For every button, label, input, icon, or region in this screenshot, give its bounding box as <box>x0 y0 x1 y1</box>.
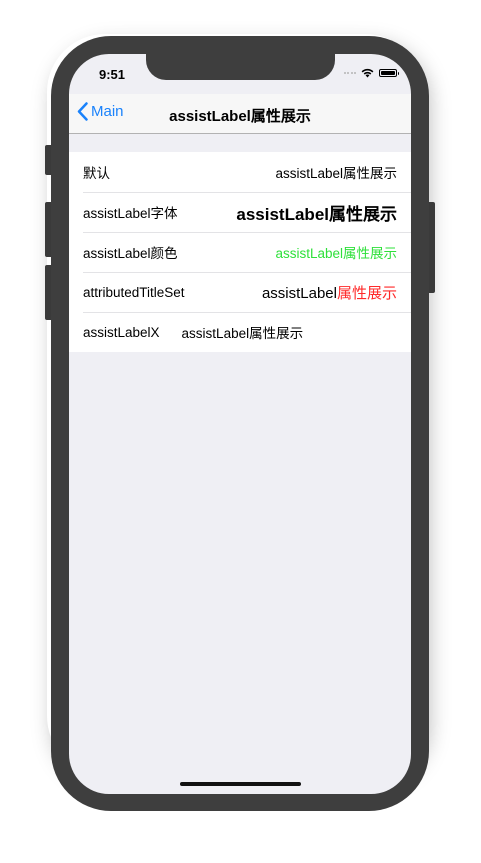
row-label: attributedTitleSet <box>83 284 185 300</box>
list-item[interactable]: assistLabel字体 assistLabel属性展示 <box>69 192 411 232</box>
list-item[interactable]: 默认 assistLabel属性展示 <box>69 152 411 192</box>
status-time: 9:51 <box>99 67 126 82</box>
device-mockup: 9:51 Main assistLabel属性展示 默认 assistLabel… <box>0 0 481 863</box>
battery-icon <box>379 69 399 77</box>
list-item[interactable]: assistLabel颜色 assistLabel属性展示 <box>69 232 411 272</box>
list-item[interactable]: attributedTitleSet assistLabel属性展示 <box>69 272 411 312</box>
status-icons <box>343 68 399 78</box>
row-value-part: assistLabel <box>261 284 337 302</box>
page-title: assistLabel属性展示 <box>169 108 311 125</box>
row-label: assistLabelX <box>83 324 160 340</box>
row-label: assistLabel颜色 <box>83 246 178 261</box>
notch <box>146 54 335 80</box>
wifi-icon <box>361 68 374 78</box>
list-item[interactable]: assistLabelX assistLabel属性展示 <box>69 312 411 352</box>
row-value-part-highlight: 属性展示 <box>336 284 397 302</box>
row-label: 默认 <box>83 166 110 181</box>
row-value: assistLabel属性展示 <box>181 326 304 341</box>
row-value: assistLabel属性展示 <box>262 282 397 303</box>
navigation-bar: Main assistLabel属性展示 <box>69 94 411 134</box>
settings-list: 默认 assistLabel属性展示 assistLabel字体 assistL… <box>69 152 411 352</box>
home-indicator[interactable] <box>180 782 301 786</box>
row-value: assistLabel属性展示 <box>275 246 397 261</box>
row-value: assistLabel属性展示 <box>275 166 397 181</box>
screen: 9:51 Main assistLabel属性展示 默认 assistLabel… <box>69 54 411 794</box>
signal-dots-icon <box>343 72 356 74</box>
row-value: assistLabel属性展示 <box>236 204 397 224</box>
row-label: assistLabel字体 <box>83 206 178 221</box>
